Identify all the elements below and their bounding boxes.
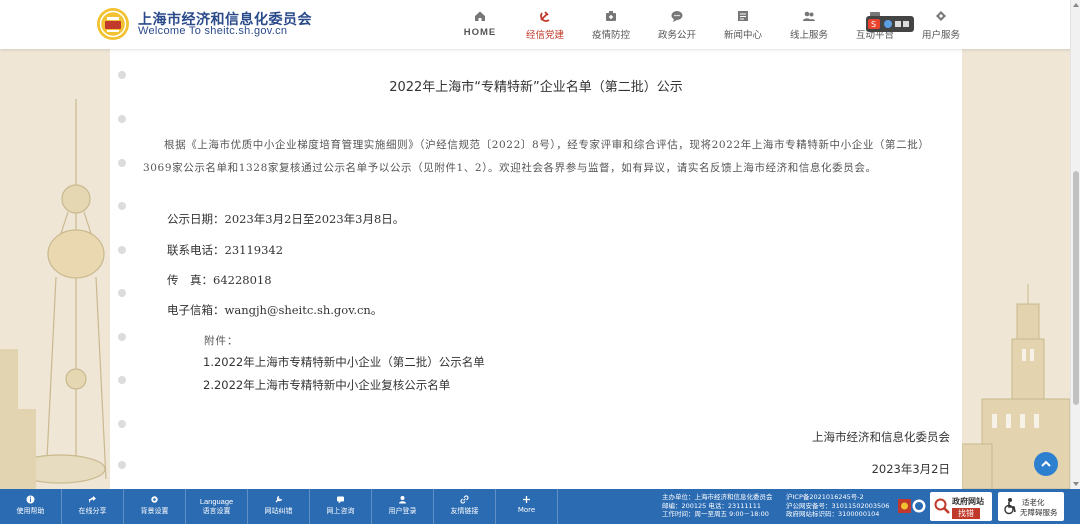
gov-site-error-badge[interactable]: 政府网站 找错: [930, 492, 992, 521]
language-button[interactable]: Language 语言设置: [186, 489, 248, 524]
hammer-sickle-icon: [540, 11, 550, 22]
scrollbar-thumb[interactable]: [1073, 171, 1079, 405]
dot-icon: [118, 159, 126, 167]
info-icon: [26, 495, 35, 504]
dot-icon: [118, 246, 126, 254]
help-button[interactable]: 使用帮助: [0, 489, 62, 524]
article-body: 根据《上海市优质中小企业梯度培育管理实施细则》（沪经信规范〔2022〕8号），经…: [143, 139, 930, 174]
email-line: 电子信箱：wangjh@sheitc.sh.gov.cn。: [167, 303, 383, 317]
dot-icon: [118, 289, 126, 297]
plus-icon: [523, 496, 530, 503]
chat-bubble-icon: [671, 11, 683, 22]
consult-button[interactable]: 网上咨询: [310, 489, 372, 524]
attachments-heading: 附件：: [204, 335, 239, 347]
share-button[interactable]: 在线分享: [62, 489, 124, 524]
link-icon: [460, 495, 469, 504]
site-name-en: Welcome To sheitc.sh.gov.cn: [138, 25, 288, 37]
friendly-links-button[interactable]: 友情链接: [434, 489, 496, 524]
magnifier-icon: [934, 498, 950, 514]
phone-line: 联系电话：23119342: [167, 243, 284, 257]
user-service-icon: [936, 11, 946, 21]
publish-date: 2023年3月2日: [871, 462, 950, 476]
site-header: 上海市经济和信息化委员会 Welcome To sheitc.sh.gov.cn…: [0, 0, 1080, 49]
nav-epidemic[interactable]: 疫情防控: [576, 9, 646, 41]
login-button[interactable]: 用户登录: [372, 489, 434, 524]
more-button[interactable]: More: [496, 489, 558, 524]
message-icon: [337, 496, 344, 504]
back-to-top-button[interactable]: [1034, 452, 1058, 476]
signature: 上海市经济和信息化委员会: [812, 430, 950, 444]
dot-icon: [118, 461, 126, 469]
user-icon: [399, 496, 406, 504]
error-report-button[interactable]: 网站纠错: [248, 489, 310, 524]
share-icon: [89, 496, 96, 503]
background-settings-button[interactable]: 背景设置: [124, 489, 186, 524]
vertical-scrollbar[interactable]: [1070, 0, 1080, 489]
dot-icon: [118, 333, 126, 341]
home-icon: [475, 11, 485, 21]
nav-user[interactable]: 用户服务: [906, 9, 976, 41]
attachment-link-2[interactable]: 2.2022年上海市专精特新中小企业复核公示名单: [203, 377, 450, 393]
fax-line: 传 真：64228018: [167, 273, 272, 287]
newspaper-icon: [738, 11, 748, 21]
dot-icon: [118, 202, 126, 210]
dot-icon: [118, 376, 126, 384]
government-emblem-icon[interactable]: [898, 498, 926, 514]
accessibility-badge[interactable]: S: [866, 16, 914, 32]
users-icon: [803, 11, 815, 21]
site-registration-info: 沪ICP备2021016245号-2 沪公网安备号：31011502003506…: [786, 493, 890, 519]
scroll-up-arrow-icon[interactable]: [1073, 3, 1079, 7]
nav-gov[interactable]: 政务公开: [642, 9, 712, 41]
chevron-up-icon: [1041, 460, 1051, 467]
gear-icon: [151, 496, 158, 503]
sogou-toolbar-icon: S: [868, 19, 909, 29]
svg-text:S: S: [871, 20, 876, 29]
customs-house-illustration: [962, 284, 1070, 489]
nav-home[interactable]: HOME: [445, 9, 515, 38]
medical-box-icon: [606, 11, 616, 21]
site-info: 主办单位：上海市经济和信息化委员会 邮编：200125 电话：23111111 …: [662, 493, 773, 519]
nav-party[interactable]: 经信党建: [510, 9, 580, 41]
wrench-icon: [275, 495, 283, 503]
article-title: 2022年上海市“专精特新”企业名单（第二批）公示: [389, 80, 683, 95]
wheelchair-icon: [1004, 498, 1016, 515]
attachment-link-1[interactable]: 1.2022年上海市专精特新中小企业（第二批）公示名单: [203, 354, 485, 370]
oriental-pearl-tower-illustration: [0, 99, 107, 489]
nav-news[interactable]: 新闻中心: [708, 9, 778, 41]
scroll-down-arrow-icon[interactable]: [1073, 482, 1079, 486]
accessibility-service-badge[interactable]: 适老化 无障碍服务: [998, 492, 1064, 521]
article-panel: 2022年上海市“专精特新”企业名单（第二批）公示 根据《上海市优质中小企业梯度…: [110, 49, 962, 489]
dot-icon: [118, 115, 126, 123]
nav-online[interactable]: 线上服务: [774, 9, 844, 41]
bottom-toolbar: 使用帮助 在线分享 背景设置 Language 语言设置 网站纠错 网上咨询 用…: [0, 489, 1080, 524]
dot-icon: [118, 420, 126, 428]
period-line: 公示日期：2023年3月2日至2023年3月8日。: [167, 212, 405, 226]
site-logo[interactable]: [96, 7, 130, 41]
